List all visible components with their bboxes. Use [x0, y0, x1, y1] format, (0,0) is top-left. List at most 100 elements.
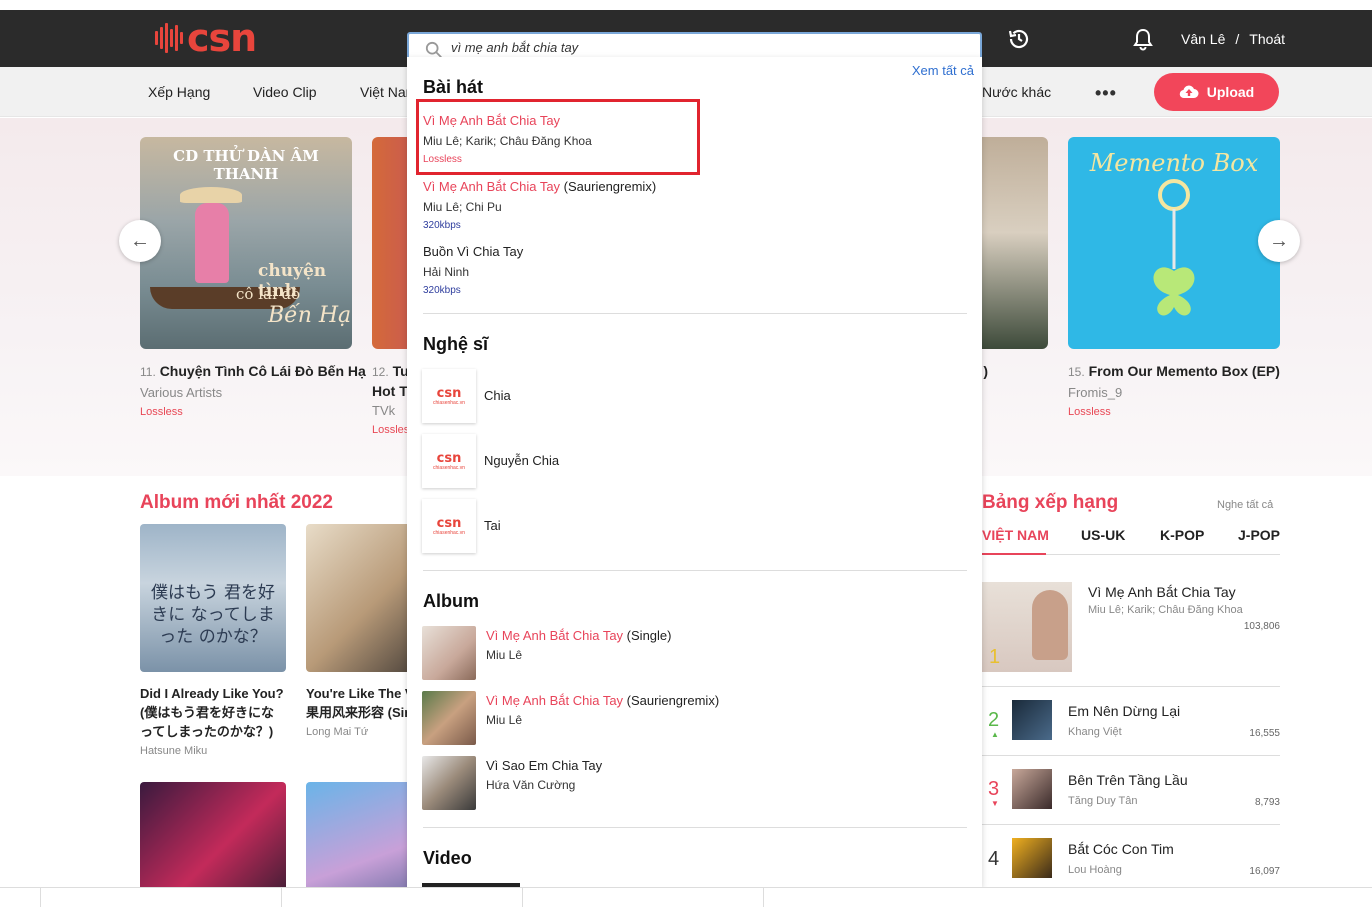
ranking-song-title[interactable]: Bắt Cóc Con Tim — [1068, 841, 1174, 857]
carousel-prev-button[interactable]: ← — [119, 220, 161, 262]
view-all-results-link[interactable]: Xem tất cả — [912, 63, 974, 78]
album-cover — [372, 137, 408, 349]
hero-card[interactable]: 12. Tu Hot Ti TVk Lossless — [372, 137, 408, 436]
history-icon[interactable] — [1007, 27, 1031, 51]
artist-avatar[interactable]: csn chiasenhac.vn — [422, 499, 476, 553]
card-title-text[interactable]: From Our Memento Box (EP) — [1089, 363, 1280, 379]
album-thumbnail[interactable] — [422, 626, 476, 680]
bell-icon[interactable] — [1132, 27, 1154, 51]
ranking-row[interactable]: 3 ▼ Bên Trên Tầng Lầu Tăng Duy Tân 8,793 — [982, 769, 1280, 814]
ranking-song-artist[interactable]: Miu Lê; Karik; Châu Đăng Khoa — [1088, 604, 1243, 616]
album-artist[interactable]: Long Mai Tứ — [306, 726, 408, 738]
album-card[interactable]: 僕はもう 君を好きに なってしまった のかな？ Did I Already Li… — [140, 524, 286, 757]
card-artist[interactable]: Various Artists — [140, 385, 352, 400]
album-card[interactable]: You're Like The V (如果用风来形容 (Single) Long… — [306, 524, 408, 738]
ranking-view-all-link[interactable]: Nghe tất cả — [1217, 499, 1273, 511]
card-quality: Lossless — [140, 406, 183, 418]
rank-down-icon: ▼ — [991, 799, 999, 808]
selection-highlight-box — [416, 99, 700, 175]
logout-link[interactable]: Thoát — [1249, 31, 1285, 47]
ranking-row[interactable]: 4 Bắt Cóc Con Tim Lou Hoàng 16,097 — [982, 838, 1280, 883]
album-title-match: Vì Mẹ Anh Bắt Chia Tay — [486, 628, 624, 643]
ranking-row[interactable]: 1 Vì Mẹ Anh Bắt Chia Tay Miu Lê; Karik; … — [982, 582, 1280, 672]
artist-result-name[interactable]: Nguyễn Chia — [484, 453, 559, 468]
album-title-rest: (Single) — [623, 628, 672, 643]
strip-divider — [522, 888, 523, 907]
ranking-play-count: 16,097 — [1249, 866, 1280, 877]
card-title: 11. Chuyện Tình Cô Lái Đò Bến Hạ — [140, 363, 366, 379]
album-title-rest: Vì Sao Em Chia Tay — [486, 758, 603, 773]
section-divider — [423, 313, 967, 314]
song-title-rest: (Sauriengremix) — [560, 179, 657, 194]
album-title[interactable]: You're Like The V (如果用风来形容 (Single) — [306, 684, 408, 722]
nav-item-nuoc-khac[interactable]: Nước khác — [982, 84, 1051, 100]
tab-j-pop[interactable]: J-POP — [1238, 527, 1280, 543]
ranking-song-artist[interactable]: Tăng Duy Tân — [1068, 795, 1138, 807]
song-result[interactable]: Vì Mẹ Anh Bắt Chia Tay (Sauriengremix) M… — [423, 179, 656, 231]
site-logo[interactable]: csn — [155, 18, 265, 58]
more-icon[interactable]: ••• — [1095, 83, 1117, 104]
album-title[interactable]: Did I Already Like You? (僕はもう君を好きになってしまっ… — [140, 684, 286, 741]
carousel-next-button[interactable]: → — [1258, 220, 1300, 262]
nav-item-video-clip[interactable]: Video Clip — [253, 84, 317, 100]
ranking-song-title[interactable]: Em Nên Dừng Lại — [1068, 703, 1180, 719]
album-cover: Memento Box — [1068, 137, 1280, 349]
ranking-row[interactable]: 2 ▲ Em Nên Dừng Lại Khang Việt 16,555 — [982, 700, 1280, 745]
album-cover — [306, 524, 408, 672]
album-card[interactable] — [140, 782, 286, 887]
artist-result-name[interactable]: Tai — [484, 518, 501, 533]
ranking-cover — [1012, 838, 1052, 878]
hero-card[interactable]: ) — [976, 137, 1048, 379]
csn-logo-icon: csn — [436, 385, 462, 401]
album-result-title[interactable]: Vì Sao Em Chia Tay — [486, 758, 602, 773]
album-cover: CD THỬ DÀN ÂM THANH chuyện tình cô lái đ… — [140, 137, 352, 349]
artist-result-name[interactable]: Chia — [484, 388, 511, 403]
tab-viet-nam[interactable]: VIỆT NAM — [982, 527, 1049, 555]
portrait-shape — [1032, 590, 1068, 660]
ranking-song-title[interactable]: Bên Trên Tầng Lầu — [1068, 772, 1188, 788]
ranking-song-title[interactable]: Vì Mẹ Anh Bắt Chia Tay — [1088, 584, 1236, 600]
logo-text: csn — [187, 16, 257, 60]
card-title-text[interactable]: ) — [976, 363, 1048, 379]
album-cover — [306, 782, 408, 887]
card-artist[interactable]: TVk — [372, 403, 408, 418]
ranking-song-artist[interactable]: Khang Việt — [1068, 726, 1122, 738]
albums-heading: Album — [423, 591, 479, 611]
ranking-number: 1 — [989, 646, 1001, 668]
tab-k-pop[interactable]: K-POP — [1160, 527, 1204, 543]
card-title-text[interactable]: Chuyện Tình Cô Lái Đò Bến Hạ — [160, 363, 366, 379]
user-name-link[interactable]: Vân Lê — [1181, 31, 1225, 47]
album-result-title[interactable]: Vì Mẹ Anh Bắt Chia Tay (Sauriengremix) — [486, 693, 719, 708]
album-artist[interactable]: Hatsune Miku — [140, 745, 286, 757]
hero-card[interactable]: CD THỬ DÀN ÂM THANH chuyện tình cô lái đ… — [140, 137, 366, 418]
album-card[interactable] — [306, 782, 408, 887]
ranking-song-artist[interactable]: Lou Hoàng — [1068, 864, 1122, 876]
logo-subtext: chiasenhac.vn — [433, 464, 465, 471]
song-title-match: Vì Mẹ Anh Bắt Chia Tay — [423, 179, 561, 194]
top-spacer — [0, 0, 1372, 10]
album-cover: 僕はもう 君を好きに なってしまった のかな？ — [140, 524, 286, 672]
artist-avatar[interactable]: csn chiasenhac.vn — [422, 369, 476, 423]
card-artist[interactable]: Fromis_9 — [1068, 385, 1280, 400]
arrow-right-icon: → — [1269, 229, 1289, 252]
csn-logo-icon: csn — [436, 515, 462, 531]
search-input[interactable] — [451, 40, 951, 55]
upload-button[interactable]: Upload — [1154, 73, 1279, 111]
hero-card[interactable]: Memento Box 15. From Our Memento Box (EP… — [1068, 137, 1280, 418]
tab-us-uk[interactable]: US-UK — [1081, 527, 1125, 543]
song-result[interactable]: Buồn Vì Chia Tay Hải Ninh 320kbps — [423, 244, 523, 296]
card-rank: 15. — [1068, 365, 1085, 379]
upload-label: Upload — [1206, 84, 1255, 100]
card-title-text[interactable]: Tu — [393, 363, 408, 379]
card-quality: Lossless — [1068, 406, 1111, 418]
rank-up-icon: ▲ — [991, 730, 999, 739]
ranking-cover — [1012, 700, 1052, 740]
nav-item-xep-hang[interactable]: Xếp Hạng — [148, 84, 210, 100]
album-result-title[interactable]: Vì Mẹ Anh Bắt Chia Tay (Single) — [486, 628, 671, 643]
figure-shape — [195, 203, 229, 283]
album-thumbnail[interactable] — [422, 691, 476, 745]
album-cover — [140, 782, 286, 887]
artist-avatar[interactable]: csn chiasenhac.vn — [422, 434, 476, 488]
ranking-cover — [1012, 769, 1052, 809]
album-thumbnail[interactable] — [422, 756, 476, 810]
